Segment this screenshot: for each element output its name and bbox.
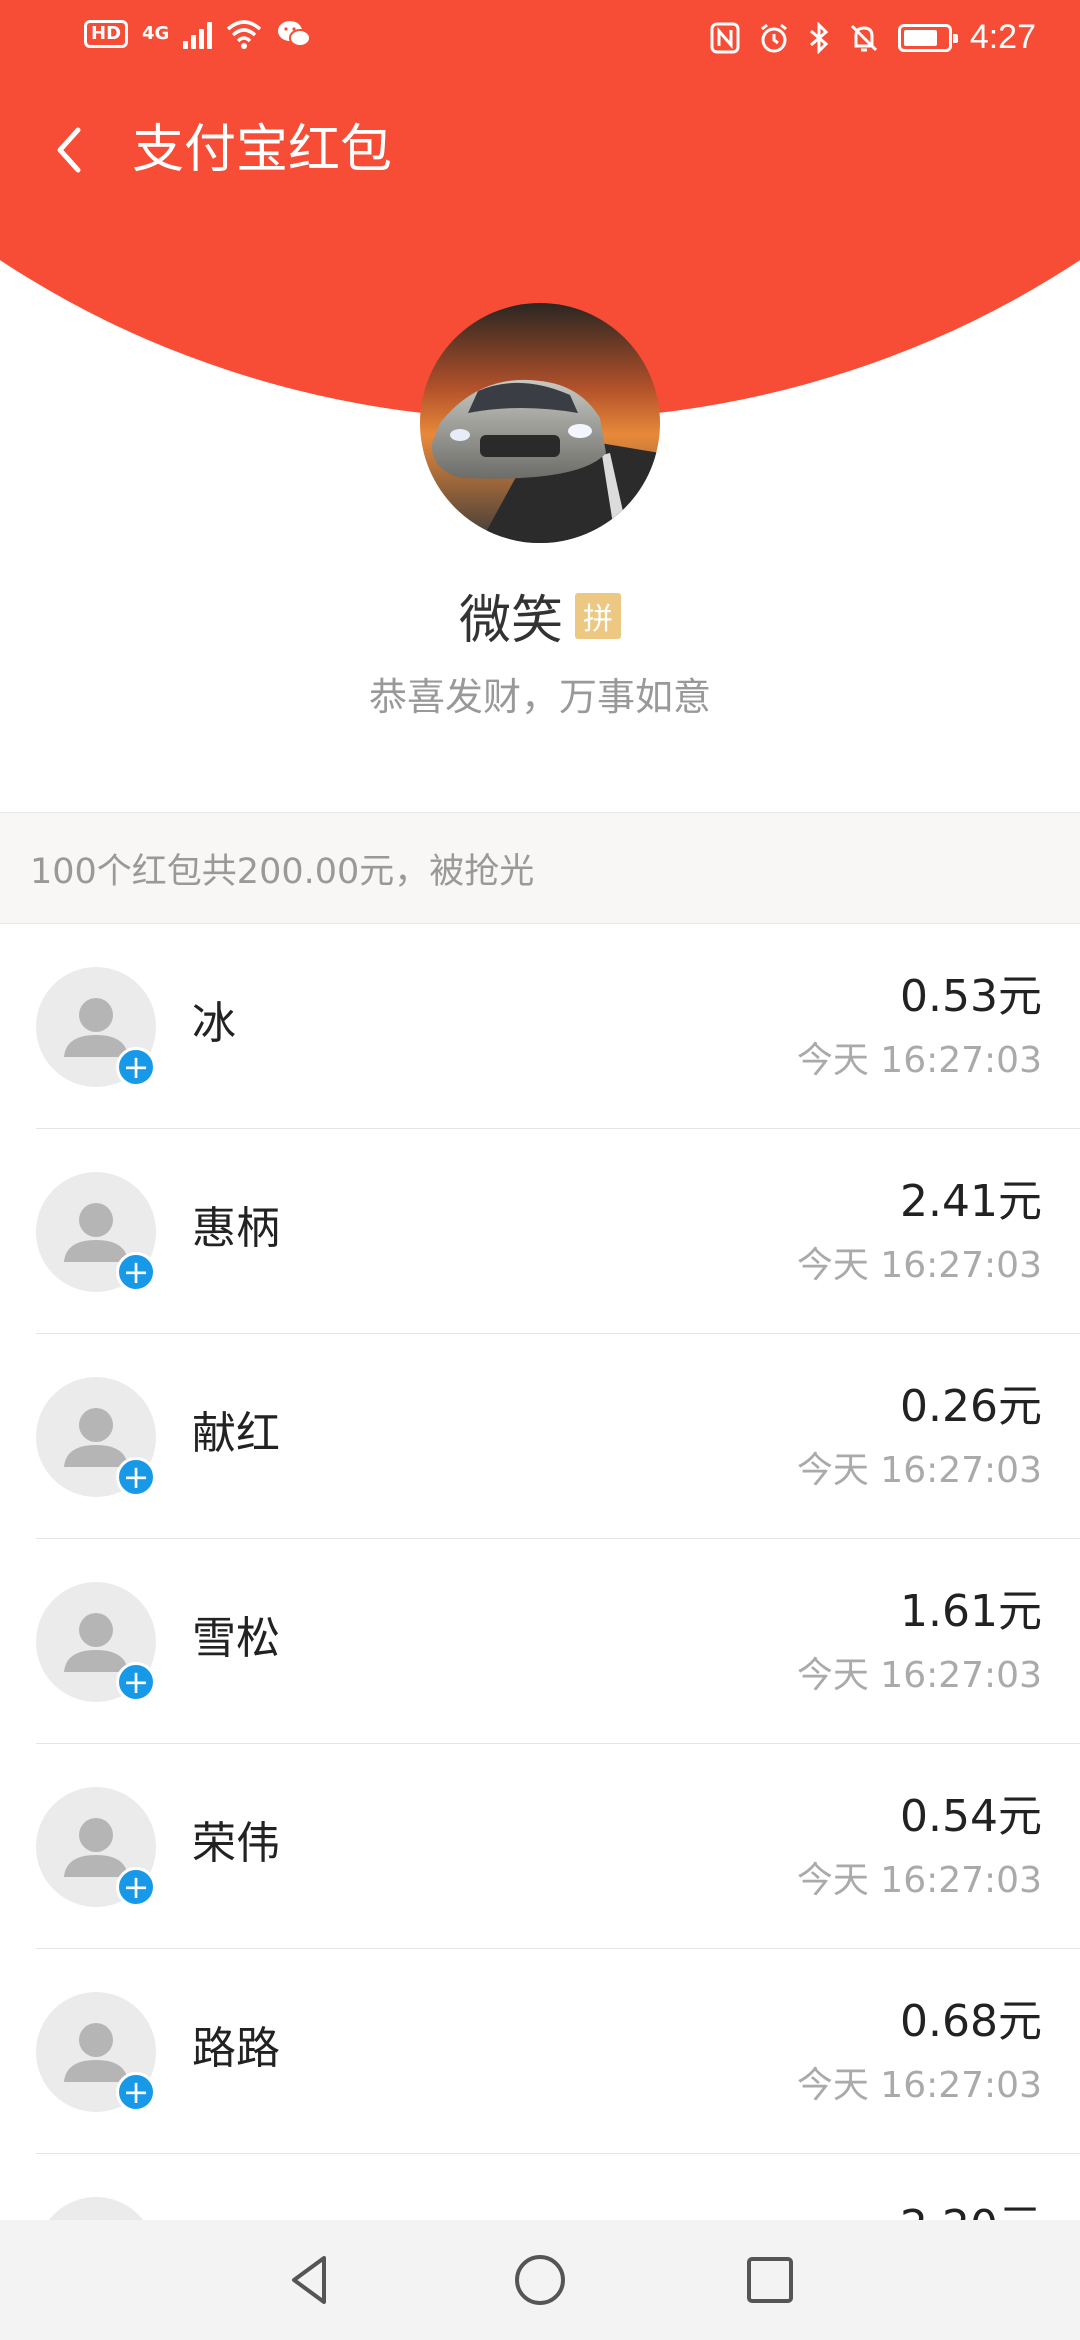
receiver-name: 惠柄 [192, 1203, 280, 1254]
back-button[interactable] [40, 120, 100, 180]
chevron-left-icon [57, 127, 81, 173]
page-title: 支付宝红包 [132, 120, 393, 180]
timestamp: 今天 16:27:03 [796, 2065, 1042, 2106]
receiver-name: 雪松 [192, 1613, 280, 1664]
list-item[interactable]: + 惠柄 2.41元 今天 16:27:03 [0, 1129, 1080, 1334]
add-friend-icon[interactable]: + [116, 1047, 156, 1087]
greeting-message: 恭喜发财，万事如意 [368, 675, 711, 719]
receiver-name: 荣伟 [192, 1818, 280, 1869]
navigation-bar [0, 2220, 1080, 2340]
add-friend-icon[interactable]: + [116, 2072, 156, 2112]
receiver-name: 冰 [192, 998, 236, 1049]
list-item[interactable]: + 路路 0.68元 今天 16:27:03 [0, 1949, 1080, 2154]
list-item[interactable]: + 雪松 1.61元 今天 16:27:03 [0, 1539, 1080, 1744]
list-item[interactable]: + 荣伟 0.54元 今天 16:27:03 [0, 1744, 1080, 1949]
summary-text: 100个红包共200.00元，被抢光 [30, 851, 535, 892]
receiver-list: + 冰 0.53元 今天 16:27:03 + 惠柄 2.41元 今天 16:2… [0, 924, 1080, 2340]
summary-bar: 100个红包共200.00元，被抢光 [0, 812, 1080, 924]
amount: 2.41元 [900, 1176, 1042, 1227]
mute-icon [850, 24, 877, 51]
triangle-back-icon [292, 2256, 326, 2304]
bluetooth-icon [809, 21, 829, 54]
timestamp: 今天 16:27:03 [796, 1655, 1042, 1696]
timestamp: 今天 16:27:03 [796, 1450, 1042, 1491]
battery-icon [897, 23, 958, 52]
nav-recent-button[interactable] [740, 2250, 800, 2310]
status-bar: HD 4G 4:27 [0, 0, 1080, 80]
wifi-icon [227, 20, 262, 49]
nfc-icon [710, 22, 740, 53]
timestamp: 今天 16:27:03 [796, 1040, 1042, 1081]
amount: 0.53元 [900, 971, 1042, 1022]
receiver-name: 献红 [192, 1408, 280, 1459]
amount: 1.61元 [900, 1586, 1042, 1637]
add-friend-icon[interactable]: + [116, 1252, 156, 1292]
hd-indicator: HD [84, 20, 129, 48]
title-bar: 支付宝红包 [0, 100, 1080, 200]
add-friend-icon[interactable]: + [116, 1662, 156, 1702]
group-badge: 拼 [575, 592, 621, 639]
amount: 0.54元 [900, 1791, 1042, 1842]
list-item[interactable]: + 冰 0.53元 今天 16:27:03 [0, 924, 1080, 1129]
amount: 0.26元 [900, 1381, 1042, 1432]
status-time: 4:27 [969, 18, 1036, 56]
wechat-icon [278, 21, 312, 47]
alarm-icon [760, 23, 787, 52]
nav-home-button[interactable] [510, 2250, 570, 2310]
add-friend-icon[interactable]: + [116, 1867, 156, 1907]
nav-back-button[interactable] [280, 2250, 340, 2310]
list-item[interactable]: + 献红 0.26元 今天 16:27:03 [0, 1334, 1080, 1539]
timestamp: 今天 16:27:03 [796, 1245, 1042, 1286]
sender-info: 微笑 拼 [0, 578, 1080, 653]
add-friend-icon[interactable]: + [116, 1457, 156, 1497]
receiver-name: 路路 [192, 2023, 280, 2074]
car-photo [420, 303, 660, 543]
square-recent-icon [747, 2257, 793, 2303]
sender-name: 微笑 [458, 591, 563, 651]
sender-avatar[interactable] [420, 303, 660, 543]
network-type: 4G [142, 23, 170, 44]
timestamp: 今天 16:27:03 [796, 1860, 1042, 1901]
circle-home-icon [515, 2255, 565, 2305]
signal-icon [183, 19, 213, 49]
amount: 0.68元 [900, 1996, 1042, 2047]
